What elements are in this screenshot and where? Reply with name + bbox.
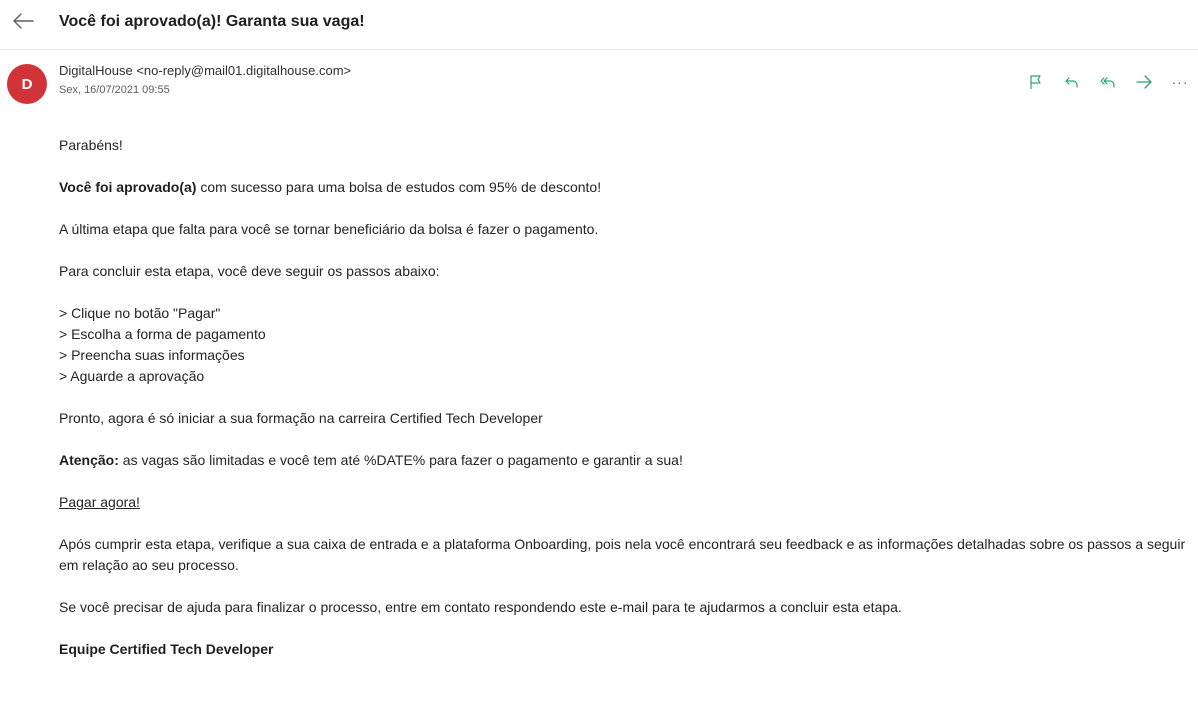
flag-button[interactable] <box>1018 69 1054 95</box>
back-button[interactable] <box>8 8 38 38</box>
list-item: > Preencha suas informações <box>59 347 245 363</box>
after-paragraph: Após cumprir esta etapa, verifique a sua… <box>59 536 1186 573</box>
last-step-paragraph: A última etapa que falta para você se to… <box>59 221 599 237</box>
back-arrow-icon <box>11 12 35 35</box>
message-actions: ··· <box>1018 69 1198 95</box>
pay-now-link[interactable]: Pagar agora! <box>59 494 140 510</box>
help-paragraph: Se você precisar de ajuda para finalizar… <box>59 599 902 615</box>
more-icon: ··· <box>1171 74 1189 90</box>
sender-address[interactable]: DigitalHouse <no-reply@mail01.digitalhou… <box>59 63 351 78</box>
list-item: > Clique no botão "Pagar" <box>59 305 221 321</box>
subject-bar: Você foi aprovado(a)! Garanta sua vaga! <box>0 0 1198 50</box>
steps-list: > Clique no botão "Pagar" > Escolha a fo… <box>59 303 1194 387</box>
reply-all-button[interactable] <box>1090 69 1126 95</box>
attention-text: as vagas são limitadas e você tem até %D… <box>118 452 683 468</box>
pay-link-paragraph: Pagar agora! <box>59 492 1194 513</box>
signature-text: Equipe Certified Tech Developer <box>59 641 274 657</box>
approval-bold: Você foi aprovado(a) <box>59 179 197 195</box>
steps-intro: Para concluir esta etapa, você deve segu… <box>59 263 440 279</box>
reply-icon <box>1064 74 1080 90</box>
avatar-initial: D <box>21 75 33 93</box>
forward-button[interactable] <box>1126 69 1162 95</box>
greeting: Parabéns! <box>59 137 123 153</box>
forward-icon <box>1135 74 1153 90</box>
attention-paragraph: Atenção: as vagas são limitadas e você t… <box>59 450 1194 471</box>
reply-button[interactable] <box>1054 69 1090 95</box>
avatar[interactable]: D <box>7 64 47 104</box>
flag-icon <box>1028 74 1044 90</box>
signature: Equipe Certified Tech Developer <box>59 639 1194 660</box>
more-actions-button[interactable]: ··· <box>1162 69 1198 95</box>
email-body: Parabéns! Você foi aprovado(a) com suces… <box>59 135 1194 681</box>
approval-text: com sucesso para uma bolsa de estudos co… <box>196 179 602 195</box>
email-reading-pane: Você foi aprovado(a)! Garanta sua vaga! … <box>0 0 1198 703</box>
sent-date: Sex, 16/07/2021 09:55 <box>59 84 170 96</box>
list-item: > Escolha a forma de pagamento <box>59 326 266 342</box>
ready-paragraph: Pronto, agora é só iniciar a sua formaçã… <box>59 410 543 426</box>
approval-paragraph: Você foi aprovado(a) com sucesso para um… <box>59 177 1194 198</box>
reply-all-icon <box>1099 74 1117 90</box>
list-item: > Aguarde a aprovação <box>59 368 205 384</box>
attention-bold: Atenção: <box>59 452 119 468</box>
email-subject: Você foi aprovado(a)! Garanta sua vaga! <box>59 13 365 30</box>
